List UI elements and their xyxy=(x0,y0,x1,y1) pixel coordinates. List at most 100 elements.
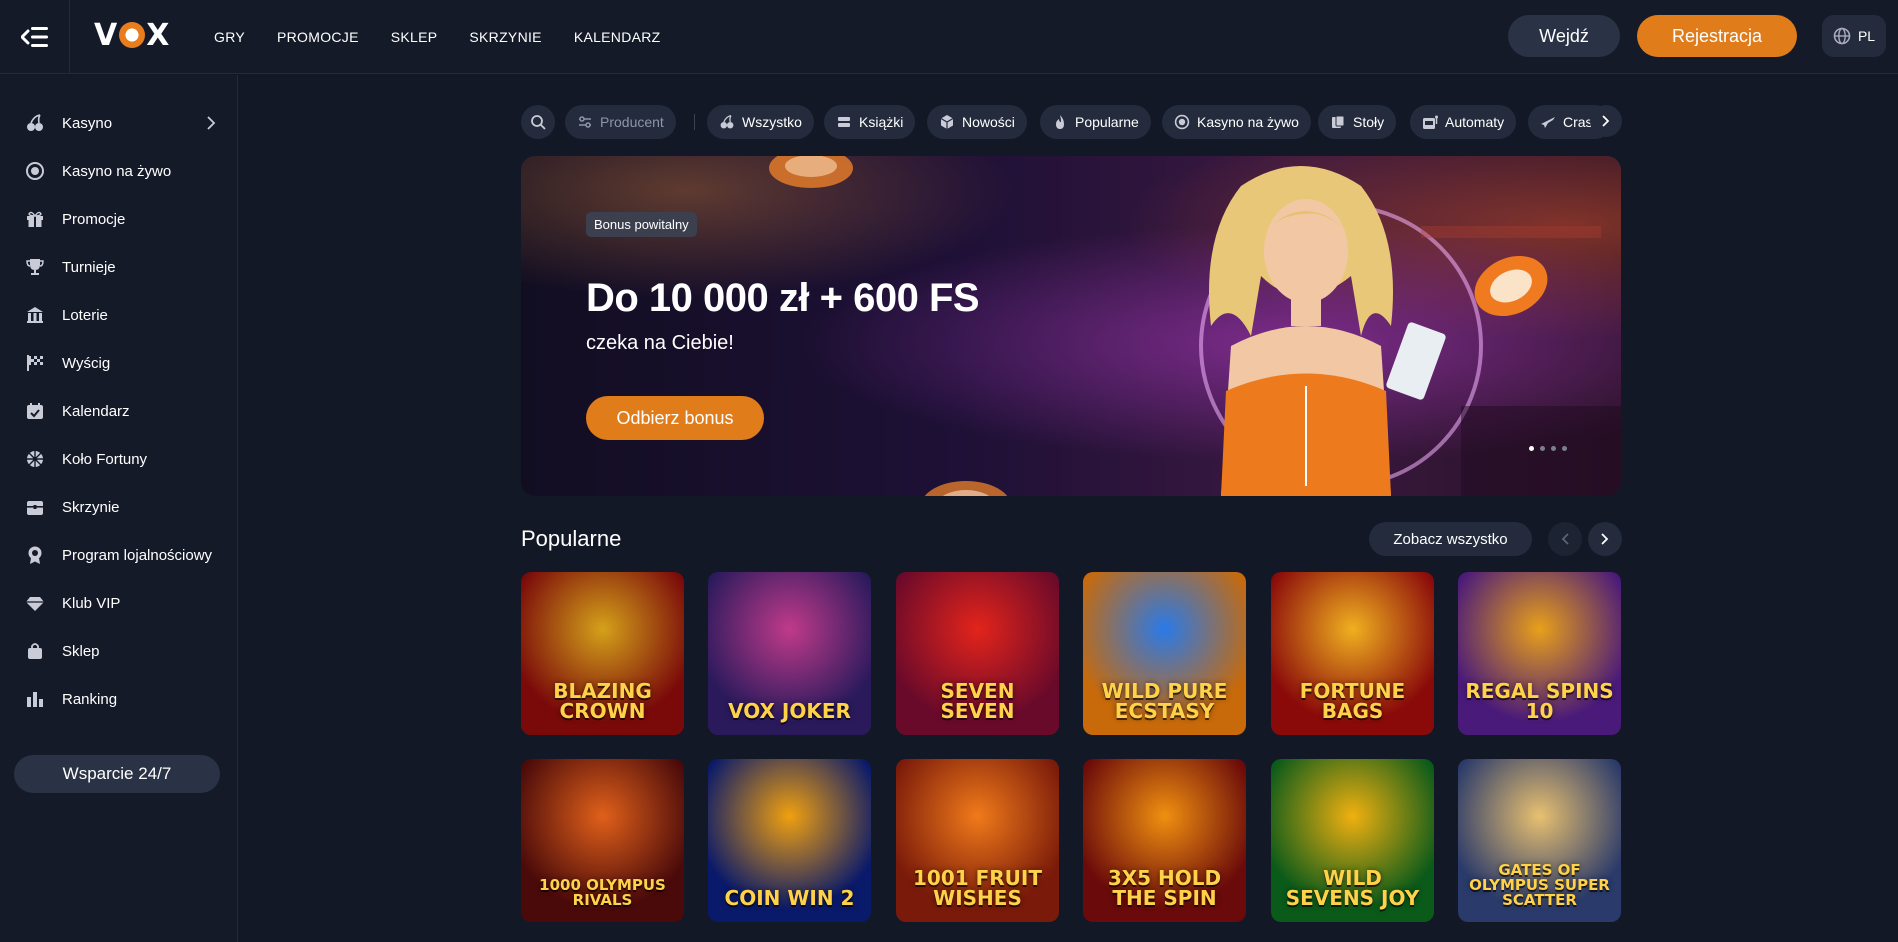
game-title: Wild Pure Ecstasy xyxy=(1101,679,1228,723)
calendar-icon xyxy=(24,400,46,422)
chip-popularne[interactable]: Popularne xyxy=(1040,105,1151,139)
game-tile[interactable]: Blazing Crown xyxy=(521,572,684,735)
sidebar-item-label: Ranking xyxy=(62,690,118,708)
game-tile[interactable]: Wild Pure Ecstasy xyxy=(1083,572,1246,735)
chevron-right-icon xyxy=(1602,115,1610,127)
top-navigation: GRY PROMOCJE SKLEP SKRZYNIE KALENDARZ xyxy=(214,0,693,74)
wheel-icon xyxy=(24,448,46,470)
ranking-bars-icon xyxy=(24,688,46,710)
sidebar-item-turnieje[interactable]: Turnieje xyxy=(0,245,238,289)
sidebar-item-label: Koło Fortuny xyxy=(62,450,148,468)
chevron-left-icon xyxy=(1561,533,1569,545)
airplane-icon xyxy=(1541,117,1555,128)
sidebar-item-label: Kalendarz xyxy=(62,402,130,420)
category-filter-bar: Producent Wszystko Książki Nowości Popul… xyxy=(521,105,1621,139)
game-tile[interactable]: Coin Win 2 xyxy=(708,759,871,922)
see-all-button[interactable]: Zobacz wszystko xyxy=(1369,522,1532,556)
sidebar-item-sklep[interactable]: Sklep xyxy=(0,629,238,673)
game-title: 1000 Olympus Rivals xyxy=(539,876,666,909)
cherries-icon xyxy=(720,114,734,129)
sidebar-item-loterie[interactable]: Loterie xyxy=(0,293,238,337)
sidebar-item-kasyno[interactable]: Kasyno xyxy=(0,101,238,145)
search-button[interactable] xyxy=(521,105,555,139)
filters-scroll-right-button[interactable] xyxy=(1590,105,1622,137)
game-tile[interactable]: 1000 Olympus Rivals xyxy=(521,759,684,922)
cube-icon xyxy=(940,115,954,129)
sidebar-item-kalendarz[interactable]: Kalendarz xyxy=(0,389,238,433)
game-tile[interactable]: Fortune Bags xyxy=(1271,572,1434,735)
banner-hostess-illustration xyxy=(1209,166,1446,496)
sidebar-item-klub-vip[interactable]: Klub VIP xyxy=(0,581,238,625)
slot-machine-icon xyxy=(1423,115,1438,129)
banner-dot[interactable] xyxy=(1551,446,1556,451)
gift-icon xyxy=(24,208,46,230)
chip-wszystko[interactable]: Wszystko xyxy=(707,105,814,139)
carousel-prev-button[interactable] xyxy=(1548,522,1582,556)
banner-pagination xyxy=(1529,446,1567,451)
sidebar-item-program-lojalnosciowy[interactable]: Program lojalnościowy xyxy=(0,533,238,577)
books-icon xyxy=(838,117,850,127)
lottery-icon xyxy=(24,304,46,326)
sidebar-item-label: Klub VIP xyxy=(62,594,121,612)
support-button[interactable]: Wsparcie 24/7 xyxy=(14,755,220,793)
chevron-right-icon xyxy=(207,116,216,130)
game-tile[interactable]: Seven Seven xyxy=(896,572,1059,735)
flame-icon xyxy=(1056,115,1064,129)
banner-dot[interactable] xyxy=(1540,446,1545,451)
shopping-bag-icon xyxy=(24,640,46,662)
collapse-menu-icon xyxy=(20,27,48,47)
sidebar-item-label: Promocje xyxy=(62,210,126,228)
sidebar-item-kasyno-na-zywo[interactable]: Kasyno na żywo xyxy=(0,149,238,193)
language-code: PL xyxy=(1857,28,1876,44)
promo-banner[interactable]: Bonus powitalny Do 10 000 zł + 600 FS cz… xyxy=(521,156,1621,496)
sidebar-toggle-button[interactable] xyxy=(0,0,70,74)
sliders-icon xyxy=(579,116,591,128)
game-title: Gates of Olympus Super Scatter xyxy=(1469,861,1610,909)
nav-skrzynie[interactable]: SKRZYNIE xyxy=(469,29,541,45)
carousel-next-button[interactable] xyxy=(1588,522,1622,556)
sidebar-item-wyscig[interactable]: Wyścig xyxy=(0,341,238,385)
nav-gry[interactable]: GRY xyxy=(214,29,245,45)
producer-filter-label: Producent xyxy=(600,114,664,130)
chip-ksiazki[interactable]: Książki xyxy=(824,105,916,139)
logo-chip-icon xyxy=(119,22,146,48)
loyalty-badge-icon xyxy=(24,544,46,566)
game-tile[interactable]: Wild Sevens Joy xyxy=(1271,759,1434,922)
nav-kalendarz[interactable]: KALENDARZ xyxy=(574,29,661,45)
game-title: Regal Spins 10 xyxy=(1465,679,1614,723)
nav-promocje[interactable]: PROMOCJE xyxy=(277,29,359,45)
chip-nowosci[interactable]: Nowości xyxy=(927,105,1027,139)
chip-automaty[interactable]: Automaty xyxy=(1410,105,1517,139)
sidebar-item-ranking[interactable]: Ranking xyxy=(0,677,238,721)
chip-label: Wszystko xyxy=(742,114,802,130)
chip-kasyno-na-zywo[interactable]: Kasyno na żywo xyxy=(1162,105,1311,139)
sidebar-item-kolo-fortuny[interactable]: Koło Fortuny xyxy=(0,437,238,481)
game-tile[interactable]: Gates of Olympus Super Scatter xyxy=(1458,759,1621,922)
sidebar-item-promocje[interactable]: Promocje xyxy=(0,197,238,241)
game-tile[interactable]: 3x5 Hold The Spin xyxy=(1083,759,1246,922)
banner-dot[interactable] xyxy=(1562,446,1567,451)
game-tile[interactable]: Regal Spins 10 xyxy=(1458,572,1621,735)
language-selector[interactable]: PL xyxy=(1822,15,1886,57)
chip-stoly[interactable]: Stoły xyxy=(1318,105,1397,139)
game-title: Seven Seven xyxy=(940,679,1015,723)
register-button[interactable]: Rejestracja xyxy=(1637,15,1797,57)
sidebar-item-label: Program lojalnościowy xyxy=(62,546,213,564)
login-button[interactable]: Wejdź xyxy=(1508,15,1620,57)
nav-sklep[interactable]: SKLEP xyxy=(391,29,438,45)
chip-label: Książki xyxy=(859,114,904,130)
game-tile[interactable]: 1001 Fruit Wishes xyxy=(896,759,1059,922)
vox-logo[interactable]: VX xyxy=(94,18,170,53)
sidebar-item-skrzynie[interactable]: Skrzynie xyxy=(0,485,238,529)
filter-divider xyxy=(694,114,695,130)
banner-dot[interactable] xyxy=(1529,446,1534,451)
banner-subtitle: czeka na Ciebie! xyxy=(586,332,734,354)
diamond-icon xyxy=(24,592,46,614)
chip-label: Stoły xyxy=(1353,114,1385,130)
game-tile[interactable]: Vox Joker xyxy=(708,572,871,735)
sidebar-item-label: Kasyno xyxy=(62,114,113,132)
producer-filter[interactable]: Producent xyxy=(565,105,676,139)
banner-title: Do 10 000 zł + 600 FS xyxy=(586,276,980,320)
sidebar-item-label: Turnieje xyxy=(62,258,116,276)
claim-bonus-button[interactable]: Odbierz bonus xyxy=(586,396,764,440)
